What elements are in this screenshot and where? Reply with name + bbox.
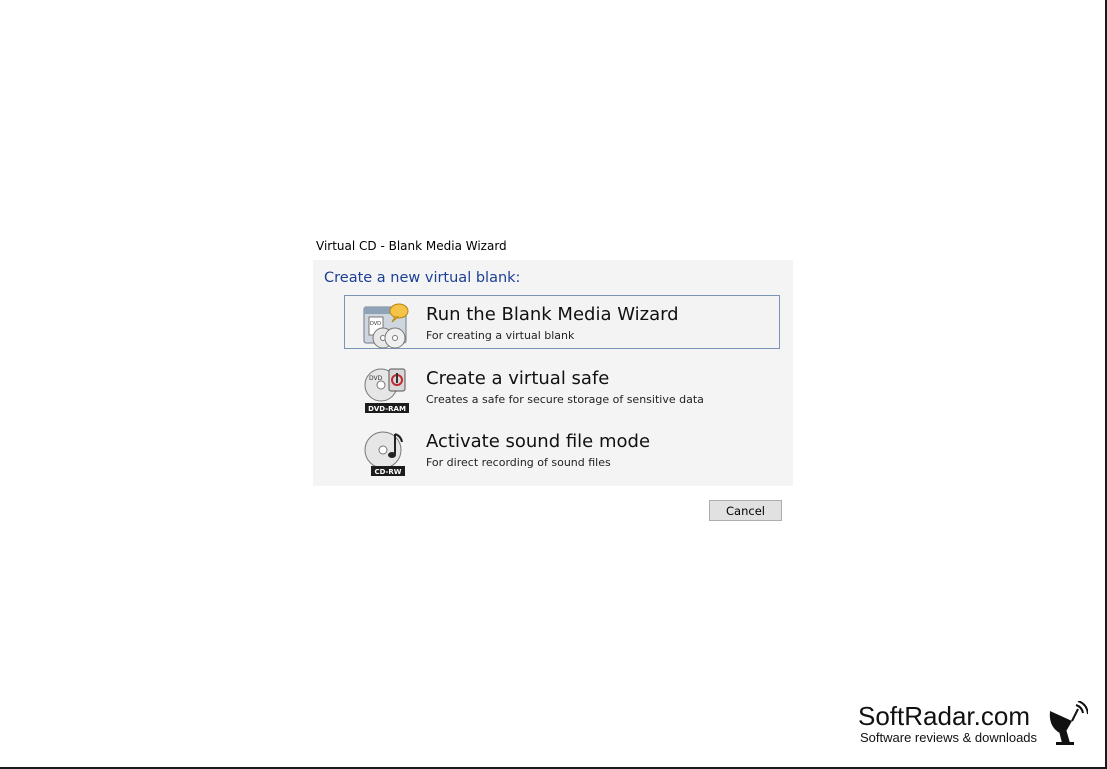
instruction-heading: Create a new virtual blank:	[324, 270, 521, 286]
dvd-wizard-icon: DVD	[363, 303, 409, 349]
run-blank-media-wizard-option[interactable]: DVD Run the Blank Media Wizard For creat…	[344, 295, 780, 349]
option-description: For creating a virtual blank	[426, 329, 575, 342]
create-virtual-safe-option[interactable]: DVD DVD-RAM Create a virtual safe Create…	[344, 359, 780, 413]
cancel-button[interactable]: Cancel	[709, 500, 782, 521]
watermark-tagline: Software reviews & downloads	[860, 730, 1038, 745]
activate-sound-file-mode-option[interactable]: CD-RW Activate sound file mode For direc…	[344, 422, 780, 476]
option-title: Create a virtual safe	[426, 368, 610, 389]
svg-text:DVD: DVD	[370, 321, 381, 327]
option-description: For direct recording of sound files	[426, 456, 611, 469]
svg-text:CD-RW: CD-RW	[374, 468, 401, 476]
dvd-ram-safe-icon: DVD DVD-RAM	[364, 368, 409, 413]
option-title: Run the Blank Media Wizard	[426, 304, 679, 325]
wizard-content-panel: Create a new virtual blank: DVD Run the …	[313, 260, 793, 486]
watermark-name: SoftRadar.com	[858, 701, 1030, 731]
option-description: Creates a safe for secure storage of sen…	[426, 393, 704, 406]
cd-rw-music-icon: CD-RW	[364, 431, 405, 476]
satellite-dish-icon	[1049, 701, 1088, 745]
option-title: Activate sound file mode	[426, 431, 651, 452]
svg-text:DVD: DVD	[369, 375, 383, 382]
window-title: Virtual CD - Blank Media Wizard	[316, 239, 507, 253]
svg-text:DVD-RAM: DVD-RAM	[368, 405, 406, 413]
softradar-watermark: SoftRadar.com Software reviews & downloa…	[858, 701, 1088, 746]
